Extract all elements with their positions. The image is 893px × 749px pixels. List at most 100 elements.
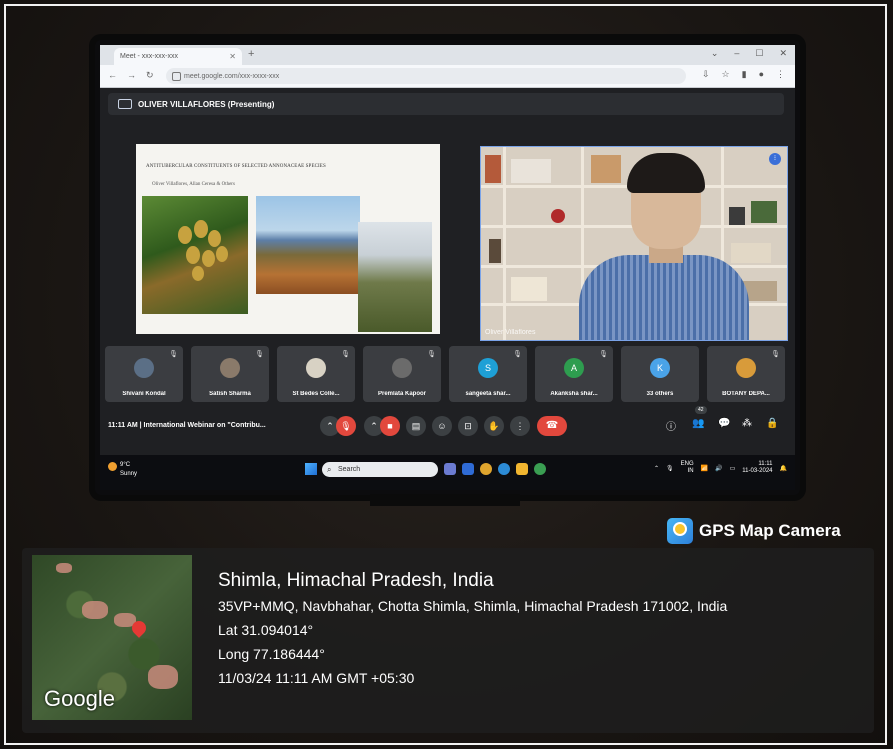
participant-name: sangeeta shar... [465, 391, 511, 397]
taskbar-search[interactable]: ⌕ Search [322, 462, 438, 477]
slide-photo-fruits [142, 196, 248, 314]
gps-city: Shimla, Himachal Pradesh, India [218, 570, 494, 591]
gps-brand: GPS Map Camera [667, 518, 841, 544]
participant-tile[interactable]: 🎙 Satish Sharma [191, 346, 269, 402]
avatar: S [478, 358, 498, 378]
meet-app-icon[interactable] [534, 463, 546, 475]
present-button[interactable]: ⊡ [458, 416, 478, 436]
search-icon: ⌕ [327, 465, 332, 474]
close-tab-icon[interactable]: ✕ [229, 52, 236, 61]
volume-icon[interactable]: 🔊 [715, 465, 722, 472]
participant-tile[interactable]: 🎙 St Bedes Colle... [277, 346, 355, 402]
people-count-badge: 42 [695, 406, 707, 414]
host-controls-icon[interactable]: 🔒 [766, 418, 778, 429]
mic-off-icon: 🎙 [341, 351, 350, 358]
mic-off-icon: 🎙 [513, 351, 522, 358]
menu-kebab-icon[interactable]: ⋮ [776, 69, 785, 80]
participant-tile[interactable]: 🎙 Shivani Kondal [105, 346, 183, 402]
sidebar-icon[interactable]: ▮ [742, 69, 747, 80]
site-info-icon[interactable] [172, 72, 181, 81]
clock[interactable]: 11:11 11-03-2024 [742, 461, 772, 475]
browser-right-buttons: ⇩ ☆ ▮ ● ⋮ [702, 69, 785, 80]
reload-icon[interactable]: ↻ [146, 70, 154, 81]
avatar [220, 358, 240, 378]
avatar: K [650, 358, 670, 378]
participant-tile[interactable]: 🎙 A Akanksha shar... [535, 346, 613, 402]
pin-icon[interactable]: ⁝ [769, 153, 781, 165]
teams-icon[interactable] [462, 463, 474, 475]
clock-time: 11:11 [758, 461, 773, 467]
shared-slide: ANTITUBERCULAR CONSTITUENTS OF SELECTED … [136, 144, 440, 334]
window-controls: ⌄ – ☐ ✕ [711, 48, 787, 59]
participant-tile[interactable]: 🎙 Premlata Kapoor [363, 346, 441, 402]
file-explorer-icon[interactable] [516, 463, 528, 475]
chat-icon[interactable]: 💬 [718, 418, 730, 429]
activities-icon[interactable]: ⁂ [742, 418, 752, 429]
more-options-button[interactable]: ⋮ [510, 416, 530, 436]
profile-avatar[interactable]: ● [759, 69, 764, 80]
chrome-icon[interactable] [480, 463, 492, 475]
speaker-video[interactable]: ⁝ Oliver Villaflores [480, 146, 788, 341]
windows-taskbar: 9°C Sunny ⌕ Search ⌃ 🎙 ENG IN 📶 🔊 ▭ 11:11 [100, 455, 795, 490]
camera-toggle-button[interactable]: ■ [380, 416, 400, 436]
gps-camera-logo-icon [667, 518, 693, 544]
avatar [134, 358, 154, 378]
bookmark-star-icon[interactable]: ☆ [722, 69, 730, 80]
back-icon[interactable]: ← [108, 70, 117, 81]
participant-tile[interactable]: 🎙 BOTANY DEPA... [707, 346, 785, 402]
emoji-button[interactable]: ☺ [432, 416, 452, 436]
participant-strip: 🎙 Shivani Kondal 🎙 Satish Sharma 🎙 St Be… [105, 346, 790, 402]
new-tab-button[interactable]: + [248, 48, 254, 60]
mic-toggle-button[interactable]: 🎙 [336, 416, 356, 436]
slide-photo-mountain [256, 196, 360, 294]
system-tray: ⌃ 🎙 ENG IN 📶 🔊 ▭ 11:11 11-03-2024 🔔 [654, 461, 787, 475]
participant-name: St Bedes Colle... [292, 391, 340, 397]
edge-icon[interactable] [498, 463, 510, 475]
maximize-icon[interactable]: ☐ [755, 48, 763, 59]
monitor: Meet - xxx-xxx-xxx ✕ + ⌄ – ☐ ✕ ← → ↻ mee… [95, 40, 800, 495]
chevron-down-icon[interactable]: ⌄ [711, 48, 719, 59]
address-bar[interactable]: meet.google.com/xxx-xxxx-xxx [166, 68, 686, 84]
language-indicator[interactable]: ENG IN [681, 461, 694, 475]
notification-icon[interactable]: 🔔 [780, 465, 787, 472]
windows-start-icon[interactable] [305, 463, 317, 475]
mic-off-icon: 🎙 [427, 351, 436, 358]
address-bar-row: ← → ↻ meet.google.com/xxx-xxxx-xxx ⇩ ☆ ▮… [100, 65, 795, 88]
task-view-icon[interactable] [444, 463, 456, 475]
wifi-icon[interactable]: 📶 [701, 465, 708, 472]
people-icon[interactable]: 👥 [692, 418, 704, 429]
raise-hand-button[interactable]: ✋ [484, 416, 504, 436]
map-thumbnail: Google [32, 555, 192, 720]
mic-tray-icon[interactable]: 🎙 [666, 465, 674, 472]
google-map-label: Google [44, 686, 115, 711]
end-call-button[interactable]: ☎ [537, 416, 567, 436]
temperature: 9°C [120, 462, 131, 468]
avatar [736, 358, 756, 378]
meet-area: OLIVER VILLAFLORES (Presenting) ANTITUBE… [100, 88, 795, 468]
battery-icon[interactable]: ▭ [730, 465, 736, 472]
download-icon[interactable]: ⇩ [702, 69, 710, 80]
slide-photo-shrub [358, 222, 432, 332]
others-tile[interactable]: K 33 others [621, 346, 699, 402]
presenting-label: OLIVER VILLAFLORES (Presenting) [138, 99, 275, 109]
info-icon[interactable]: ⓘ [666, 418, 676, 433]
tray-overflow-icon[interactable]: ⌃ [654, 465, 659, 472]
monitor-stand [370, 494, 520, 506]
gps-latitude: Lat 31.094014° [218, 622, 314, 638]
close-window-icon[interactable]: ✕ [779, 48, 787, 59]
weather-widget[interactable]: 9°C Sunny [108, 462, 137, 478]
minimize-icon[interactable]: – [734, 48, 739, 59]
slide-title: ANTITUBERCULAR CONSTITUENTS OF SELECTED … [146, 164, 326, 169]
participant-tile[interactable]: 🎙 S sangeeta shar... [449, 346, 527, 402]
meeting-info: 11:11 AM | International Webinar on "Con… [108, 422, 266, 429]
avatar [392, 358, 412, 378]
participant-name: Akanksha shar... [550, 391, 598, 397]
forward-icon[interactable]: → [127, 70, 136, 81]
sun-icon [108, 462, 117, 471]
browser-tab[interactable]: Meet - xxx-xxx-xxx ✕ [114, 48, 242, 65]
gps-address: 35VP+MMQ, Navbhahar, Chotta Shimla, Shim… [218, 598, 728, 614]
captions-button[interactable]: ▤ [406, 416, 426, 436]
browser-tab-bar: Meet - xxx-xxx-xxx ✕ + ⌄ – ☐ ✕ [100, 45, 795, 65]
gps-brand-label: GPS Map Camera [699, 521, 841, 540]
participant-name: Satish Sharma [209, 391, 251, 397]
